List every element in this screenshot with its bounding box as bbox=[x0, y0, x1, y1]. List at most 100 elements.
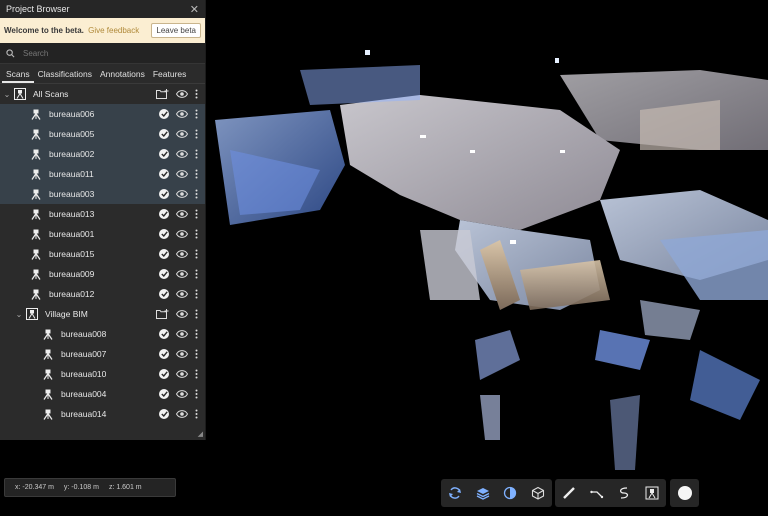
shading-icon[interactable] bbox=[498, 481, 522, 505]
orbit-icon[interactable] bbox=[443, 481, 467, 505]
visibility-eye-icon[interactable] bbox=[176, 110, 188, 118]
visibility-eye-icon[interactable] bbox=[176, 250, 188, 258]
scan-row[interactable]: bureaua010 bbox=[0, 364, 205, 384]
more-options-icon[interactable] bbox=[195, 209, 198, 219]
loaded-check-icon[interactable] bbox=[159, 109, 169, 119]
loaded-check-icon[interactable] bbox=[159, 269, 169, 279]
more-options-icon[interactable] bbox=[195, 389, 198, 399]
scan-row[interactable]: bureaua007 bbox=[0, 344, 205, 364]
more-options-icon[interactable] bbox=[195, 269, 198, 279]
tab-classifications[interactable]: Classifications bbox=[34, 69, 96, 83]
close-icon[interactable]: ✕ bbox=[190, 3, 199, 16]
loaded-check-icon[interactable] bbox=[159, 249, 169, 259]
loaded-check-icon[interactable] bbox=[159, 369, 169, 379]
visibility-eye-icon[interactable] bbox=[176, 370, 188, 378]
loaded-check-icon[interactable] bbox=[159, 289, 169, 299]
more-options-icon[interactable] bbox=[195, 169, 198, 179]
chevron-down-icon[interactable]: ⌄ bbox=[2, 90, 12, 99]
scan-row[interactable]: bureaua003 bbox=[0, 184, 205, 204]
more-options-icon[interactable] bbox=[195, 89, 198, 99]
more-options-icon[interactable] bbox=[195, 349, 198, 359]
more-options-icon[interactable] bbox=[195, 149, 198, 159]
record-button[interactable] bbox=[673, 481, 697, 505]
more-options-icon[interactable] bbox=[195, 109, 198, 119]
more-options-icon[interactable] bbox=[195, 309, 198, 319]
layers-icon[interactable] bbox=[471, 481, 495, 505]
visibility-eye-icon[interactable] bbox=[176, 90, 188, 98]
scan-row[interactable]: bureaua015 bbox=[0, 244, 205, 264]
give-feedback-link[interactable]: Give feedback bbox=[88, 26, 139, 35]
visibility-eye-icon[interactable] bbox=[176, 390, 188, 398]
visibility-eye-icon[interactable] bbox=[176, 150, 188, 158]
scan-name: bureaua005 bbox=[49, 129, 95, 139]
loaded-check-icon[interactable] bbox=[159, 169, 169, 179]
scan-row[interactable]: bureaua012 bbox=[0, 284, 205, 304]
scan-name: bureaua013 bbox=[49, 209, 95, 219]
more-options-icon[interactable] bbox=[195, 369, 198, 379]
ruler-icon[interactable] bbox=[557, 481, 581, 505]
scan-row[interactable]: bureaua006 bbox=[0, 104, 205, 124]
loaded-check-icon[interactable] bbox=[159, 229, 169, 239]
visibility-eye-icon[interactable] bbox=[176, 310, 188, 318]
path-icon[interactable] bbox=[612, 481, 636, 505]
scan-row[interactable]: bureaua008 bbox=[0, 324, 205, 344]
visibility-eye-icon[interactable] bbox=[176, 130, 188, 138]
loaded-check-icon[interactable] bbox=[159, 389, 169, 399]
loaded-check-icon[interactable] bbox=[159, 149, 169, 159]
scan-row[interactable]: bureaua013 bbox=[0, 204, 205, 224]
visibility-eye-icon[interactable] bbox=[176, 350, 188, 358]
loaded-check-icon[interactable] bbox=[159, 189, 169, 199]
scan-icon bbox=[40, 409, 56, 420]
scan-name: bureaua001 bbox=[49, 229, 95, 239]
resize-handle-icon[interactable]: ◢ bbox=[198, 430, 203, 438]
add-folder-icon[interactable] bbox=[156, 89, 169, 99]
cube-icon[interactable] bbox=[526, 481, 550, 505]
tab-scans[interactable]: Scans bbox=[2, 69, 34, 83]
tree-root-all-scans[interactable]: ⌄ All Scans bbox=[0, 84, 205, 104]
scan-row[interactable]: bureaua011 bbox=[0, 164, 205, 184]
loaded-check-icon[interactable] bbox=[159, 129, 169, 139]
scan-row[interactable]: bureaua004 bbox=[0, 384, 205, 404]
scan-row[interactable]: bureaua002 bbox=[0, 144, 205, 164]
more-options-icon[interactable] bbox=[195, 189, 198, 199]
loaded-check-icon[interactable] bbox=[159, 329, 169, 339]
row-actions bbox=[159, 289, 205, 299]
loaded-check-icon[interactable] bbox=[159, 409, 169, 419]
search-input[interactable]: Search bbox=[23, 49, 48, 58]
scan-row[interactable]: bureaua001 bbox=[0, 224, 205, 244]
scan-row[interactable]: bureaua005 bbox=[0, 124, 205, 144]
scan-row[interactable]: bureaua014 bbox=[0, 404, 205, 424]
more-options-icon[interactable] bbox=[195, 129, 198, 139]
visibility-eye-icon[interactable] bbox=[176, 190, 188, 198]
measure-toolbar bbox=[555, 479, 666, 507]
visibility-eye-icon[interactable] bbox=[176, 170, 188, 178]
panel-title: Project Browser bbox=[6, 4, 70, 14]
scan-row[interactable]: bureaua009 bbox=[0, 264, 205, 284]
loaded-check-icon[interactable] bbox=[159, 349, 169, 359]
more-options-icon[interactable] bbox=[195, 229, 198, 239]
tab-annotations[interactable]: Annotations bbox=[96, 69, 149, 83]
scan-name: bureaua010 bbox=[61, 369, 107, 379]
visibility-eye-icon[interactable] bbox=[176, 330, 188, 338]
add-folder-icon[interactable] bbox=[156, 309, 169, 319]
more-options-icon[interactable] bbox=[195, 329, 198, 339]
visibility-eye-icon[interactable] bbox=[176, 270, 188, 278]
chevron-down-icon[interactable]: ⌄ bbox=[14, 310, 24, 319]
scan-icon bbox=[40, 389, 56, 400]
tree-group-village-bim[interactable]: ⌄ Village BIM bbox=[0, 304, 205, 324]
angle-measure-icon[interactable] bbox=[585, 481, 609, 505]
more-options-icon[interactable] bbox=[195, 289, 198, 299]
visibility-eye-icon[interactable] bbox=[176, 210, 188, 218]
leave-beta-button[interactable]: Leave beta bbox=[151, 23, 201, 38]
record-dot-icon bbox=[677, 486, 692, 500]
visibility-eye-icon[interactable] bbox=[176, 230, 188, 238]
tab-features[interactable]: Features bbox=[149, 69, 191, 83]
visibility-eye-icon[interactable] bbox=[176, 290, 188, 298]
more-options-icon[interactable] bbox=[195, 249, 198, 259]
more-options-icon[interactable] bbox=[195, 409, 198, 419]
beta-message: Welcome to the beta. Give feedback bbox=[4, 26, 139, 35]
visibility-eye-icon[interactable] bbox=[176, 410, 188, 418]
loaded-check-icon[interactable] bbox=[159, 209, 169, 219]
scan-station-icon[interactable] bbox=[640, 481, 664, 505]
search-bar[interactable]: Search bbox=[0, 43, 205, 64]
